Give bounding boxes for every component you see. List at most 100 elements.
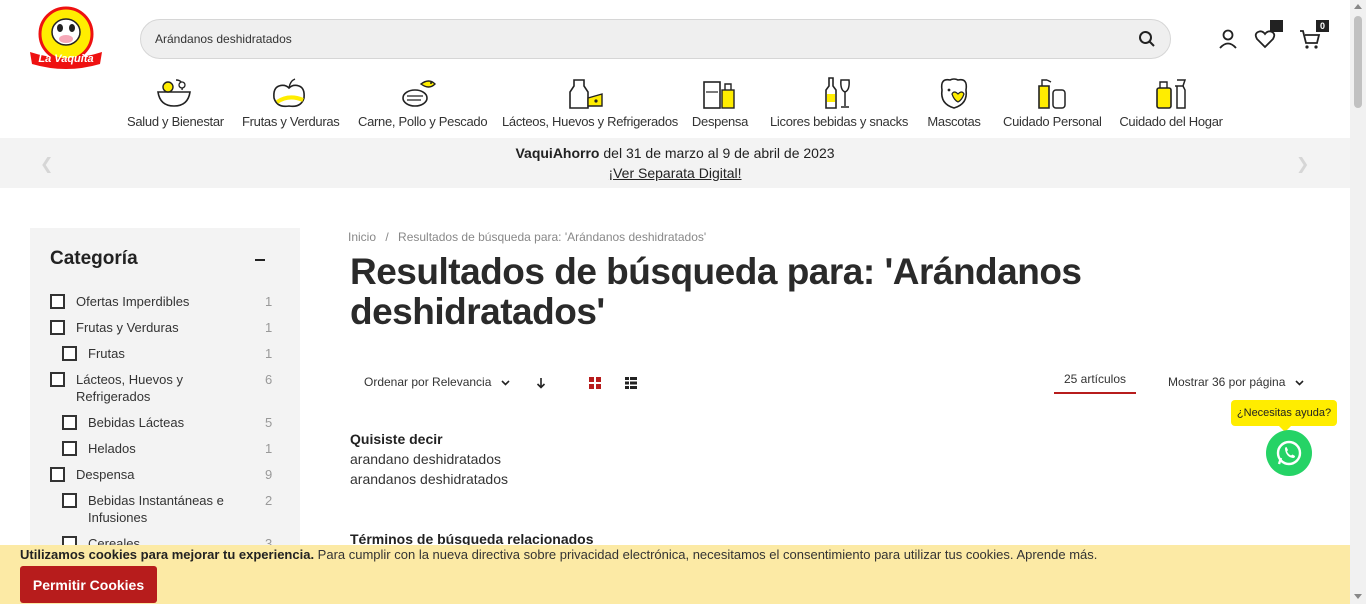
wishlist-badge	[1270, 20, 1283, 32]
category-label: Cuidado Personal	[1003, 114, 1102, 129]
category-mascotas[interactable]: Mascotas	[924, 76, 984, 132]
grid-view-icon[interactable]	[589, 376, 601, 394]
category-cuidado-personal[interactable]: Cuidado Personal	[1003, 76, 1102, 132]
facet-checkbox[interactable]	[50, 467, 65, 482]
search-bar	[140, 19, 1171, 59]
search-icon[interactable]	[1138, 30, 1156, 48]
result-count: 25 artículos	[1054, 372, 1136, 394]
category-label: Frutas y Verduras	[242, 114, 340, 129]
breadcrumb-home[interactable]: Inicio	[348, 230, 376, 244]
home-care-icon	[1156, 79, 1187, 109]
category-label: Despensa	[691, 114, 749, 129]
category-label: Cuidado del Hogar	[1119, 114, 1223, 129]
facet-count: 6	[265, 372, 273, 387]
scroll-up-icon[interactable]	[1354, 4, 1362, 9]
sort-direction-icon[interactable]	[536, 376, 546, 394]
category-despensa[interactable]: Despensa	[690, 76, 750, 132]
promo-link-row: ¡Ver Separata Digital!	[0, 165, 1350, 181]
category-label: Licores bebidas y snacks	[770, 114, 909, 129]
cookie-message: Utilizamos cookies para mejorar tu exper…	[20, 547, 1097, 562]
facet-checkbox[interactable]	[62, 415, 77, 430]
pet-icon	[940, 78, 968, 109]
facet-checkbox[interactable]	[62, 493, 77, 508]
suggestion-link[interactable]: arandanos deshidratados	[350, 471, 508, 487]
category-frutas[interactable]: Frutas y Verduras	[242, 76, 340, 132]
facet-count: 1	[265, 320, 273, 335]
facet-label: Helados	[88, 441, 136, 456]
svg-text:La Vaquita: La Vaquita	[38, 53, 93, 65]
scroll-down-icon[interactable]	[1354, 594, 1362, 599]
separata-link[interactable]: ¡Ver Separata Digital!	[608, 165, 741, 181]
list-view-icon[interactable]	[625, 376, 637, 394]
brand-logo[interactable]: La Vaquita	[26, 6, 106, 72]
page-title: Resultados de búsqueda para: 'Arándanos …	[350, 251, 1082, 332]
facet-label: Ofertas Imperdibles	[76, 294, 190, 309]
page-scrollbar[interactable]	[1350, 0, 1366, 604]
category-lacteos[interactable]: Lácteos, Huevos y Refrigerados	[502, 76, 678, 132]
chevron-down-icon	[1295, 375, 1304, 389]
category-carne[interactable]: Carne, Pollo y Pescado	[358, 76, 488, 132]
promo-title-bold: VaquiAhorro	[515, 145, 600, 161]
promo-banner: ❮ VaquiAhorro del 31 de marzo al 9 de ab…	[0, 138, 1350, 188]
chevron-down-icon	[501, 375, 510, 389]
breadcrumb-current: Resultados de búsqueda para: 'Arándanos …	[398, 230, 707, 244]
cookie-text: Para cumplir con la nueva directiva sobr…	[314, 547, 1014, 562]
category-label: Carne, Pollo y Pescado	[358, 114, 488, 129]
category-cuidado-hogar[interactable]: Cuidado del Hogar	[1119, 76, 1223, 132]
category-label: Salud y Bienestar	[127, 114, 224, 129]
fruits-icon	[273, 78, 305, 108]
facet-label: Bebidas Instantáneas e Infusiones	[88, 493, 224, 525]
cookie-banner: Utilizamos cookies para mejorar tu exper…	[0, 545, 1350, 604]
facet-checkbox[interactable]	[50, 294, 65, 309]
personal-care-icon	[1038, 79, 1066, 109]
facet-count: 1	[265, 294, 273, 309]
category-filter-panel: Categoría Ofertas Imperdibles 1 Frutas y…	[30, 228, 300, 558]
breadcrumb: Inicio / Resultados de búsqueda para: 'A…	[348, 230, 712, 244]
per-page-select[interactable]: Mostrar 36 por página	[1168, 375, 1304, 389]
whatsapp-icon	[1276, 440, 1302, 466]
facet-count: 5	[265, 415, 273, 430]
sort-select[interactable]: Ordenar por Relevancia	[364, 375, 510, 389]
facet-count: 1	[265, 346, 273, 361]
chevron-right-icon[interactable]: ❯	[1296, 154, 1309, 174]
collapse-icon[interactable]	[255, 259, 265, 261]
facet-count: 2	[265, 493, 273, 508]
suggestion-link[interactable]: arandano deshidratados	[350, 451, 501, 467]
did-you-mean-heading: Quisiste decir	[350, 431, 443, 447]
facet-label: Bebidas Lácteas	[88, 415, 185, 430]
per-page-label: Mostrar 36 por página	[1168, 375, 1286, 389]
search-input[interactable]	[155, 20, 1115, 58]
category-licores[interactable]: Licores bebidas y snacks	[770, 76, 909, 132]
facet-label: Frutas	[88, 346, 125, 361]
salad-bowl-icon	[157, 79, 191, 107]
cookie-bold: Utilizamos cookies para mejorar tu exper…	[20, 547, 315, 562]
facet-label: Lácteos, Huevos y Refrigerados	[76, 372, 183, 404]
drinks-icon	[825, 77, 850, 109]
whatsapp-button[interactable]	[1266, 430, 1312, 476]
facet-checkbox[interactable]	[62, 441, 77, 456]
category-salud[interactable]: Salud y Bienestar	[127, 76, 224, 132]
cookie-learn-more-link[interactable]: Aprende más.	[1016, 547, 1097, 562]
category-label: Lácteos, Huevos y Refrigerados	[502, 114, 678, 129]
facet-checkbox[interactable]	[50, 320, 65, 335]
breadcrumb-separator: /	[385, 230, 389, 244]
facet-label: Despensa	[76, 467, 135, 482]
help-tooltip: ¿Necesitas ayuda?	[1231, 400, 1337, 432]
promo-title-rest: del 31 de marzo al 9 de abril de 2023	[599, 145, 835, 161]
facet-count: 9	[265, 467, 273, 482]
category-label: Mascotas	[927, 114, 981, 129]
dairy-icon	[569, 79, 603, 109]
scrollbar-thumb[interactable]	[1354, 16, 1362, 108]
facet-checkbox[interactable]	[62, 346, 77, 361]
cart-badge: 0	[1316, 20, 1329, 32]
facet-label: Frutas y Verduras	[76, 320, 179, 335]
pantry-icon	[703, 81, 735, 109]
facet-count: 1	[265, 441, 273, 456]
facet-checkbox[interactable]	[50, 372, 65, 387]
allow-cookies-button[interactable]: Permitir Cookies	[20, 566, 157, 603]
meat-fish-icon	[402, 80, 436, 107]
filter-title: Categoría	[50, 248, 138, 269]
promo-title: VaquiAhorro del 31 de marzo al 9 de abri…	[0, 145, 1350, 161]
sort-label: Ordenar por Relevancia	[364, 375, 492, 389]
account-icon[interactable]	[1217, 28, 1239, 50]
